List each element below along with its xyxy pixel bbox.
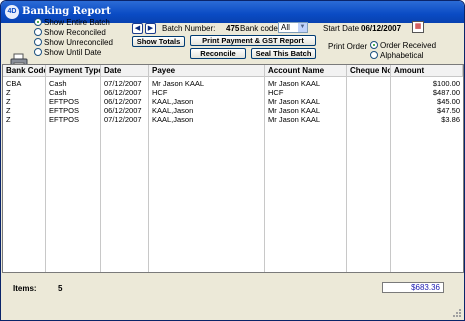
cell-payee: HCF <box>152 88 168 97</box>
cell-bank-code: Z <box>6 115 11 124</box>
cell-payee: KAAL,Jason <box>152 115 194 124</box>
reconcile-button[interactable]: Reconcile <box>190 48 246 59</box>
next-batch-button[interactable]: ▶ <box>145 23 156 34</box>
cell-bank-code: Z <box>6 88 11 97</box>
start-date-value[interactable]: 06/12/2007 <box>361 24 401 33</box>
filter-option-reconciled[interactable]: Show Reconciled <box>34 28 106 38</box>
cell-bank-code: CBA <box>6 79 22 88</box>
batch-number-label: Batch Number: <box>162 24 216 33</box>
print-report-button[interactable]: Print Payment & GST Report <box>190 35 316 46</box>
cell-payment-type: Cash <box>49 79 67 88</box>
cell-account-name: Mr Jason KAAL <box>268 106 321 115</box>
radio-reconciled[interactable] <box>34 28 42 36</box>
column-header-amount[interactable]: Amount <box>391 65 463 77</box>
cell-payee: Mr Jason KAAL <box>152 79 205 88</box>
payments-table[interactable]: Bank Code Payment Type Date Payee Accoun… <box>2 64 464 273</box>
cell-payment-type: Cash <box>49 88 67 97</box>
cell-payment-type: EFTPOS <box>49 115 80 124</box>
table-row[interactable]: Z EFTPOS 07/12/2007 KAAL,Jason Mr Jason … <box>3 115 463 124</box>
bank-code-label: Bank code: <box>240 24 281 33</box>
cell-date: 06/12/2007 <box>104 88 142 97</box>
print-order-label: Print Order <box>328 42 368 51</box>
column-header-date[interactable]: Date <box>101 65 149 77</box>
batch-number-value: 475 <box>226 24 240 33</box>
cell-date: 07/12/2007 <box>104 79 142 88</box>
column-header-payee[interactable]: Payee <box>149 65 265 77</box>
resize-grip-icon[interactable] <box>452 308 462 318</box>
cell-amount: $3.86 <box>441 115 460 124</box>
cell-amount: $47.50 <box>437 106 460 115</box>
cell-date: 06/12/2007 <box>104 106 142 115</box>
cell-account-name: Mr Jason KAAL <box>268 79 321 88</box>
cell-payee: KAAL,Jason <box>152 97 194 106</box>
column-header-payment-type[interactable]: Payment Type <box>46 65 101 77</box>
calendar-icon[interactable]: ▦ <box>412 21 424 33</box>
banking-report-window: 4D Banking Report Show Entire Batch Show… <box>0 0 465 321</box>
table-row[interactable]: Z EFTPOS 06/12/2007 KAAL,Jason Mr Jason … <box>3 97 463 106</box>
cell-account-name: HCF <box>268 88 284 97</box>
radio-alphabetical[interactable] <box>370 51 378 59</box>
cell-bank-code: Z <box>6 97 11 106</box>
cell-bank-code: Z <box>6 106 11 115</box>
cell-date: 06/12/2007 <box>104 97 142 106</box>
seal-batch-button[interactable]: Seal This Batch <box>251 48 316 59</box>
chevron-down-icon[interactable]: ▼ <box>298 23 307 32</box>
print-order-alphabetical[interactable]: Alphabetical <box>370 51 424 61</box>
items-count: 5 <box>58 284 63 293</box>
filter-option-unreconciled[interactable]: Show Unreconciled <box>34 38 113 48</box>
radio-until-date[interactable] <box>34 48 42 56</box>
total-amount: $683.36 <box>382 282 444 293</box>
table-row[interactable]: Z Cash 06/12/2007 HCF HCF $487.00 <box>3 88 463 97</box>
cell-amount: $100.00 <box>432 79 460 88</box>
show-totals-button[interactable]: Show Totals <box>132 36 185 47</box>
cell-payee: KAAL,Jason <box>152 106 194 115</box>
cell-account-name: Mr Jason KAAL <box>268 115 321 124</box>
radio-entire-batch[interactable] <box>34 18 42 26</box>
column-header-account-name[interactable]: Account Name <box>265 65 347 77</box>
cell-amount: $45.00 <box>437 97 460 106</box>
cell-date: 07/12/2007 <box>104 115 142 124</box>
table-row[interactable]: CBA Cash 07/12/2007 Mr Jason KAAL Mr Jas… <box>3 79 463 88</box>
window-title: Banking Report <box>22 6 111 17</box>
column-header-cheque-no[interactable]: Cheque No <box>347 65 391 77</box>
cell-payment-type: EFTPOS <box>49 97 80 106</box>
table-row[interactable]: Z EFTPOS 06/12/2007 KAAL,Jason Mr Jason … <box>3 106 463 115</box>
bank-code-select[interactable]: All ▼ <box>278 22 308 33</box>
radio-order-received[interactable] <box>370 41 378 49</box>
filter-option-until-date[interactable]: Show Until Date <box>34 48 101 58</box>
start-date-label: Start Date <box>323 24 360 33</box>
app-icon: 4D <box>5 5 19 19</box>
cell-payment-type: EFTPOS <box>49 106 80 115</box>
prev-batch-button[interactable]: ◀ <box>132 23 143 34</box>
items-label: Items: <box>13 284 37 293</box>
cell-account-name: Mr Jason KAAL <box>268 97 321 106</box>
radio-unreconciled[interactable] <box>34 38 42 46</box>
cell-amount: $487.00 <box>432 88 460 97</box>
column-header-bank-code[interactable]: Bank Code <box>3 65 46 77</box>
print-order-received[interactable]: Order Received <box>370 41 436 51</box>
filter-option-entire-batch[interactable]: Show Entire Batch <box>34 18 110 28</box>
toolbar: Show Entire Batch Show Reconciled Show U… <box>1 18 464 69</box>
